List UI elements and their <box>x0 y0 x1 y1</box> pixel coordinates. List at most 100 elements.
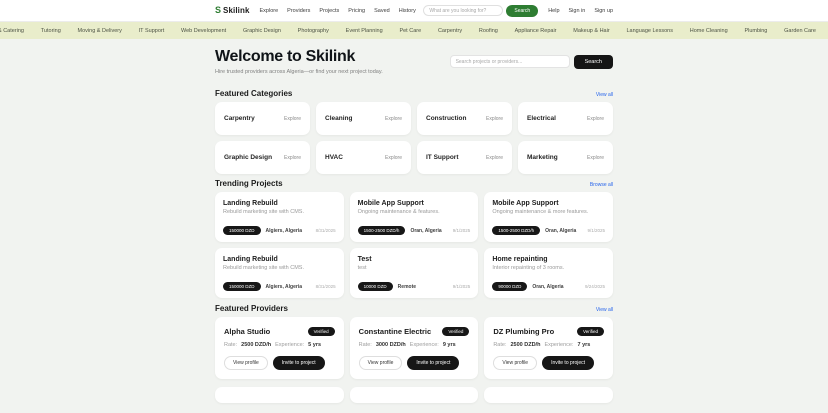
experience-value: 7 yrs <box>578 342 591 348</box>
hero-search-button[interactable]: Search <box>574 55 613 69</box>
category-card-grid: Carpentry Explore Cleaning Explore Const… <box>215 102 613 174</box>
category-card-name: Carpentry <box>224 115 255 122</box>
category-card-name: Graphic Design <box>224 154 272 161</box>
project-title: Mobile App Support <box>358 200 471 207</box>
provider-name: Constantine Electric <box>359 327 432 336</box>
category-card[interactable]: Electrical Explore <box>518 102 613 135</box>
view-profile-button[interactable]: View profile <box>493 356 537 370</box>
hero-subtitle: Hire trusted providers across Algeria—or… <box>215 69 383 75</box>
project-card[interactable]: Home repainting Interior repainting of 3… <box>484 248 613 298</box>
project-date: 9/1/2025 <box>587 228 605 233</box>
category-card[interactable]: Marketing Explore <box>518 141 613 174</box>
rate-value: 2500 DZD/h <box>241 342 271 348</box>
sign-up-link[interactable]: Sign up <box>594 8 613 14</box>
category-strip-item[interactable]: Tutoring <box>41 28 61 34</box>
provider-card[interactable]: Alpha Studio Verified Rate: 2500 DZD/h E… <box>215 317 344 379</box>
category-strip-item[interactable]: Photography <box>298 28 329 34</box>
categories-view-all-link[interactable]: View all <box>596 92 613 98</box>
navbar-search-input[interactable] <box>423 5 503 16</box>
category-card[interactable]: HVAC Explore <box>316 141 411 174</box>
category-card[interactable]: Carpentry Explore <box>215 102 310 135</box>
category-strip-item[interactable]: Roofing <box>479 28 498 34</box>
nav-link[interactable]: Projects <box>319 8 339 14</box>
category-card-name: Cleaning <box>325 115 352 122</box>
category-card[interactable]: Graphic Design Explore <box>215 141 310 174</box>
help-link[interactable]: Help <box>548 8 559 14</box>
provider-card[interactable]: Constantine Electric Verified Rate: 3000… <box>350 317 479 379</box>
project-description: Interior repainting of 3 rooms. <box>492 265 605 271</box>
projects-browse-all-link[interactable]: Browse all <box>590 182 613 188</box>
category-card-name: Marketing <box>527 154 558 161</box>
category-explore-link[interactable]: Explore <box>486 155 503 161</box>
category-explore-link[interactable]: Explore <box>587 116 604 122</box>
project-card[interactable]: Mobile App Support Ongoing maintenance &… <box>350 192 479 242</box>
view-profile-button[interactable]: View profile <box>224 356 268 370</box>
category-strip-item[interactable]: Event Planning <box>346 28 383 34</box>
project-card[interactable]: Landing Rebuild Rebuild marketing site w… <box>215 192 344 242</box>
category-strip-item[interactable]: Makeup & Hair <box>573 28 609 34</box>
project-date: 9/24/2025 <box>585 284 605 289</box>
project-description: test <box>358 265 471 271</box>
category-strip-item[interactable]: Home Cleaning <box>690 28 728 34</box>
project-description: Ongoing maintenance & features. <box>358 209 471 215</box>
category-explore-link[interactable]: Explore <box>284 155 301 161</box>
cutoff-card <box>215 387 344 403</box>
category-explore-link[interactable]: Explore <box>587 155 604 161</box>
category-strip-item[interactable]: Appliance Repair <box>515 28 557 34</box>
category-card[interactable]: IT Support Explore <box>417 141 512 174</box>
category-strip-item[interactable]: Pet Care <box>399 28 421 34</box>
hero-search-input[interactable] <box>450 55 570 68</box>
project-date: 9/1/2025 <box>453 284 471 289</box>
project-title: Landing Rebuild <box>223 256 336 263</box>
hero-section: Welcome to Skilink Hire trusted provider… <box>215 39 613 84</box>
skilink-logo[interactable]: S Skilink <box>215 6 250 15</box>
project-location: Remote <box>398 284 416 290</box>
experience-value: 5 yrs <box>308 342 321 348</box>
category-explore-link[interactable]: Explore <box>385 116 402 122</box>
category-explore-link[interactable]: Explore <box>385 155 402 161</box>
invite-to-project-button[interactable]: Invite to project <box>407 356 459 370</box>
project-card[interactable]: Landing Rebuild Rebuild marketing site w… <box>215 248 344 298</box>
project-budget-badge: 1500-2500 DZD/h <box>492 226 540 235</box>
project-budget-badge: 1500-2500 DZD/h <box>358 226 406 235</box>
category-strip-item[interactable]: & Catering <box>0 28 24 34</box>
nav-link[interactable]: Providers <box>287 8 310 14</box>
trending-projects-section: Trending Projects Browse all Landing Reb… <box>215 179 613 298</box>
category-strip-item[interactable]: Web Development <box>181 28 226 34</box>
navbar-right-links: Help Sign in Sign up <box>548 8 613 14</box>
project-title: Landing Rebuild <box>223 200 336 207</box>
navbar-search-button[interactable]: Search <box>506 5 538 17</box>
provider-card[interactable]: DZ Plumbing Pro Verified Rate: 2500 DZD/… <box>484 317 613 379</box>
project-description: Rebuild marketing site with CMS. <box>223 265 336 271</box>
project-budget-badge: 10000 DZD <box>358 282 393 291</box>
invite-to-project-button[interactable]: Invite to project <box>273 356 325 370</box>
project-card[interactable]: Test test 10000 DZD Remote 9/1/2025 <box>350 248 479 298</box>
nav-link[interactable]: Explore <box>260 8 279 14</box>
experience-label: Experience: <box>275 342 304 348</box>
category-strip-item[interactable]: Garden Care <box>784 28 816 34</box>
provider-card-grid: Alpha Studio Verified Rate: 2500 DZD/h E… <box>215 317 613 379</box>
nav-link[interactable]: Saved <box>374 8 390 14</box>
verified-badge: Verified <box>442 327 469 336</box>
category-strip-item[interactable]: Plumbing <box>744 28 767 34</box>
project-location: Oran, Algeria <box>545 228 576 234</box>
nav-link[interactable]: History <box>399 8 416 14</box>
category-strip-item[interactable]: IT Support <box>139 28 165 34</box>
sign-in-link[interactable]: Sign in <box>569 8 586 14</box>
project-budget-badge: 150000 DZD <box>223 226 261 235</box>
category-strip-item[interactable]: Graphic Design <box>243 28 281 34</box>
category-card[interactable]: Cleaning Explore <box>316 102 411 135</box>
category-strip-item[interactable]: Language Lessons <box>626 28 672 34</box>
category-strip-item[interactable]: Carpentry <box>438 28 462 34</box>
providers-view-all-link[interactable]: View all <box>596 307 613 313</box>
category-strip-item[interactable]: Moving & Delivery <box>78 28 122 34</box>
project-card[interactable]: Mobile App Support Ongoing maintenance &… <box>484 192 613 242</box>
project-description: Rebuild marketing site with CMS. <box>223 209 336 215</box>
invite-to-project-button[interactable]: Invite to project <box>542 356 594 370</box>
category-card[interactable]: Construction Explore <box>417 102 512 135</box>
category-explore-link[interactable]: Explore <box>284 116 301 122</box>
view-profile-button[interactable]: View profile <box>359 356 403 370</box>
skilink-logo-icon: S <box>215 6 221 15</box>
nav-link[interactable]: Pricing <box>348 8 365 14</box>
category-explore-link[interactable]: Explore <box>486 116 503 122</box>
